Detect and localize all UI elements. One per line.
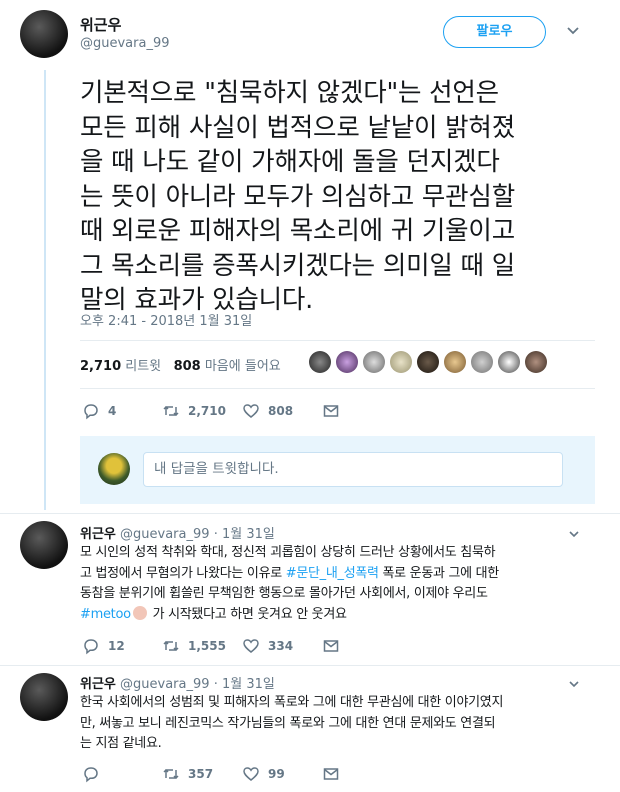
retweet-count: 1,555 [188,639,226,653]
hashtag-link[interactable]: #metoo [80,607,131,622]
reply-line: 모 시인의 성적 착취와 학대, 정신적 괴롭힘이 상당히 드러난 상황에서도 … [80,545,496,560]
current-user-avatar [98,453,130,485]
retweet-action[interactable]: 2,710 [162,402,242,420]
retweet-count: 357 [188,767,214,781]
liker-avatar[interactable] [525,351,547,373]
reply-icon [84,404,98,420]
retweet-action[interactable]: 1,555 [162,637,242,655]
thread-connector [44,70,46,510]
liker-avatar[interactable] [309,351,331,373]
reply-header: 위근우 @guevara_99 · 1월 31일 [80,527,275,542]
author-name[interactable]: 위근우 [80,14,121,35]
divider [0,665,620,666]
like-action[interactable]: 334 [242,637,322,655]
reply-author-avatar[interactable] [20,521,68,569]
reply-line: 만, 써놓고 보니 레진코믹스 작가님들의 폭로와 그에 대한 연대 문제와도 … [80,715,496,731]
reply-text: 모 시인의 성적 착취와 학대, 정신적 괴롭힘이 상당히 드러난 상황에서도 … [80,543,580,625]
reply-action[interactable]: 12 [82,637,162,655]
mail-icon [323,640,339,652]
author-avatar[interactable] [20,10,68,58]
hashtag-emoji-icon [132,605,147,620]
divider [80,340,595,341]
share-action[interactable] [322,637,348,655]
reply-author-handle[interactable]: @guevara_99 [120,677,210,692]
retweet-action[interactable]: 357 [162,765,242,783]
reply-count: 12 [108,639,125,653]
reply-author-handle[interactable]: @guevara_99 [120,527,210,542]
retweets-label[interactable]: 리트윗 [125,359,161,374]
liker-avatar[interactable] [363,351,385,373]
like-action[interactable]: 808 [242,402,322,420]
liker-avatar[interactable] [417,351,439,373]
reply-actions: 357 99 [82,765,348,783]
liker-avatar[interactable] [390,351,412,373]
reply-author-name[interactable]: 위근우 [80,527,116,542]
tweet-timestamp[interactable]: 오후 2:41 - 2018년 1월 31일 [80,310,252,329]
reply-author-avatar[interactable] [20,673,68,721]
liker-avatar[interactable] [498,351,520,373]
divider [0,513,620,514]
follow-button[interactable]: 팔로우 [443,16,546,48]
tweet-text: 기본적으로 "침묵하지 않겠다"는 선언은 모든 피해 사실이 법적으로 낱낱이… [80,76,590,318]
reply-author-name[interactable]: 위근우 [80,677,116,692]
tweet-line: 모든 피해 사실이 법적으로 낱낱이 밝혀졌 [80,112,515,143]
liker-avatar[interactable] [444,351,466,373]
liker-avatars [309,351,547,373]
retweets-count[interactable]: 2,710 [80,359,121,374]
hashtag-link[interactable]: #문단_내_성폭력 [286,566,379,581]
reply-text: 한국 사회에서의 성범죄 및 피해자의 폭로와 그에 대한 무관심에 대한 이야… [80,693,580,755]
like-action[interactable]: 99 [242,765,322,783]
reply-date[interactable]: 1월 31일 [222,527,275,542]
liker-avatar[interactable] [336,351,358,373]
tweet-line: 을 때 나도 같이 가해자에 돌을 던지겠다 [80,147,500,177]
chevron-down-icon[interactable] [568,678,580,690]
like-count: 99 [268,767,285,781]
like-count: 808 [268,404,294,418]
chevron-down-icon[interactable] [566,24,580,38]
tweet-line: 때 외로운 피해자의 목소리에 귀 기울이고 [80,216,515,246]
author-handle[interactable]: @guevara_99 [80,36,170,51]
like-count: 334 [268,639,294,653]
reply-actions: 12 1,555 334 [82,637,348,655]
reply-line: 는 지점 같네요. [80,736,162,751]
share-action[interactable] [322,402,348,420]
likes-count[interactable]: 808 [174,359,201,374]
tweet-stats: 2,710 리트윗 808 마음에 들어요 [80,355,281,374]
reply-line: #metoo 가 시작됐다고 하면 웃겨요 안 웃겨요 [80,605,580,626]
reply-action[interactable] [82,765,162,783]
reply-line: 동참을 분위기에 휩쓸린 무책임한 행동으로 몰아가던 사회에서, 이제야 우리… [80,586,488,601]
reply-line: 고 법정에서 무혐의가 나왔다는 이유로 #문단_내_성폭력 폭로 운동과 그에… [80,564,580,585]
heart-icon [243,404,259,418]
reply-line-part: 고 법정에서 무혐의가 나왔다는 이유로 [80,565,286,581]
share-action[interactable] [322,765,348,783]
heart-icon [243,639,259,653]
chevron-down-icon[interactable] [568,528,580,540]
tweet-actions: 4 2,710 808 [82,402,348,420]
mail-icon [323,405,339,417]
reply-icon [84,639,98,655]
reply-count: 4 [108,404,117,418]
retweet-icon [163,640,179,652]
retweet-icon [163,405,179,417]
reply-date[interactable]: 1월 31일 [222,677,275,692]
reply-header: 위근우 @guevara_99 · 1월 31일 [80,677,275,692]
divider [80,388,595,389]
reply-icon [84,767,98,783]
reply-input[interactable]: 내 답글을 트윗합니다. [143,452,563,487]
mail-icon [323,768,339,780]
tweet-line: 기본적으로 "침묵하지 않겠다"는 선언은 [80,78,499,108]
likes-label[interactable]: 마음에 들어요 [205,359,281,374]
heart-icon [243,767,259,781]
tweet-line: 는 뜻이 아니라 모두가 의심하고 무관심할 [80,181,515,212]
retweet-count: 2,710 [188,404,226,418]
reply-line: 한국 사회에서의 성범죄 및 피해자의 폭로와 그에 대한 무관심에 대한 이야… [80,695,504,710]
reply-line-part: 가 시작됐다고 하면 웃겨요 안 웃겨요 [148,606,347,622]
reply-action[interactable]: 4 [82,402,162,420]
retweet-icon [163,768,179,780]
tweet-line: 그 목소리를 증폭시키겠다는 의미일 때 일 [80,250,515,281]
reply-line-part: 폭로 운동과 그에 대한 [378,565,500,581]
liker-avatar[interactable] [471,351,493,373]
